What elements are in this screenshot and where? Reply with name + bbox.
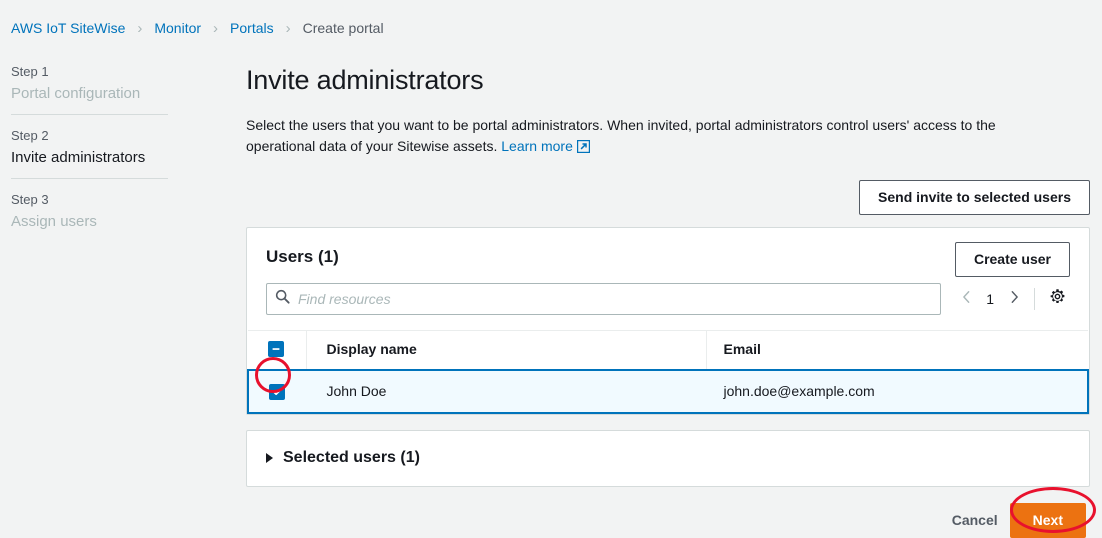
wizard-step-1[interactable]: Step 1 Portal configuration (11, 62, 246, 105)
send-invite-row: Send invite to selected users (246, 180, 1090, 215)
wizard-step-1-label: Portal configuration (11, 83, 246, 105)
search-input-placeholder: Find resources (298, 291, 391, 307)
chevron-right-icon (1009, 290, 1020, 309)
row-select-cell (248, 370, 306, 412)
learn-more-link[interactable]: Learn more (501, 138, 590, 154)
selected-users-panel: Selected users (1) (246, 430, 1090, 487)
table-preferences-button[interactable] (1044, 285, 1070, 313)
wizard-footer: Cancel Next (246, 503, 1090, 538)
pagination: 1 (953, 284, 1070, 314)
row-select-checkbox[interactable] (269, 384, 285, 400)
pagination-next-button[interactable] (1001, 284, 1027, 314)
wizard-step-2[interactable]: Step 2 Invite administrators (11, 126, 246, 169)
wizard-step-2-label: Invite administrators (11, 147, 246, 169)
column-header-display-name[interactable]: Display name (306, 331, 706, 371)
search-icon (275, 289, 290, 309)
pagination-page-1[interactable]: 1 (979, 291, 1001, 307)
wizard-step-2-number: Step 2 (11, 126, 246, 146)
main-content: Invite administrators Select the users t… (246, 56, 1102, 538)
next-button[interactable]: Next (1010, 503, 1086, 538)
send-invite-to-selected-users-button[interactable]: Send invite to selected users (859, 180, 1090, 215)
wizard-step-3[interactable]: Step 3 Assign users (11, 190, 246, 233)
cancel-button[interactable]: Cancel (940, 503, 1010, 537)
breadcrumb: AWS IoT SiteWise › Monitor › Portals › C… (0, 0, 1102, 56)
wizard-step-1-number: Step 1 (11, 62, 246, 82)
page-description-text: Select the users that you want to be por… (246, 117, 996, 154)
column-header-email[interactable]: Email (706, 331, 1088, 371)
wizard-step-3-number: Step 3 (11, 190, 246, 210)
users-table-body: John Doe john.doe@example.com (248, 370, 1088, 412)
breadcrumb-separator-icon: › (286, 21, 291, 36)
page-title: Invite administrators (246, 56, 1090, 97)
external-link-icon (577, 138, 590, 159)
breadcrumb-item-portals[interactable]: Portals (230, 20, 274, 36)
select-all-header-cell (248, 331, 306, 371)
step-divider (11, 178, 168, 179)
learn-more-label: Learn more (501, 138, 573, 154)
row-display-name: John Doe (306, 370, 706, 412)
users-panel-header: Users (1) Create user (247, 228, 1089, 277)
triangle-right-icon (266, 453, 273, 463)
pagination-previous-button[interactable] (953, 284, 979, 314)
row-email: john.doe@example.com (706, 370, 1088, 412)
users-table-tools-row: Find resources 1 (247, 277, 1089, 330)
users-panel: Users (1) Create user Find resources 1 (246, 227, 1090, 415)
users-panel-title: Users (1) (266, 242, 339, 272)
search-input[interactable]: Find resources (266, 283, 941, 315)
breadcrumb-separator-icon: › (137, 21, 142, 36)
users-table: Display name Email John Doe john.doe@exa… (247, 330, 1089, 414)
table-header-row: Display name Email (248, 331, 1088, 371)
breadcrumb-separator-icon: › (213, 21, 218, 36)
wizard-steps-sidebar: Step 1 Portal configuration Step 2 Invit… (0, 56, 246, 233)
page-description: Select the users that you want to be por… (246, 115, 1036, 159)
toolbar-divider (1034, 288, 1035, 310)
gear-icon (1049, 288, 1066, 310)
users-table-header: Display name Email (248, 331, 1088, 371)
chevron-left-icon (961, 290, 972, 309)
select-all-checkbox[interactable] (268, 341, 284, 357)
step-divider (11, 114, 168, 115)
selected-users-expand-toggle[interactable]: Selected users (1) (266, 449, 1070, 467)
breadcrumb-item-aws-iot-sitewise[interactable]: AWS IoT SiteWise (11, 20, 125, 36)
table-row[interactable]: John Doe john.doe@example.com (248, 370, 1088, 412)
create-user-button[interactable]: Create user (955, 242, 1070, 277)
breadcrumb-item-create-portal: Create portal (303, 20, 384, 36)
selected-users-label: Selected users (1) (283, 449, 420, 467)
breadcrumb-item-monitor[interactable]: Monitor (154, 20, 201, 36)
wizard-step-3-label: Assign users (11, 211, 246, 233)
